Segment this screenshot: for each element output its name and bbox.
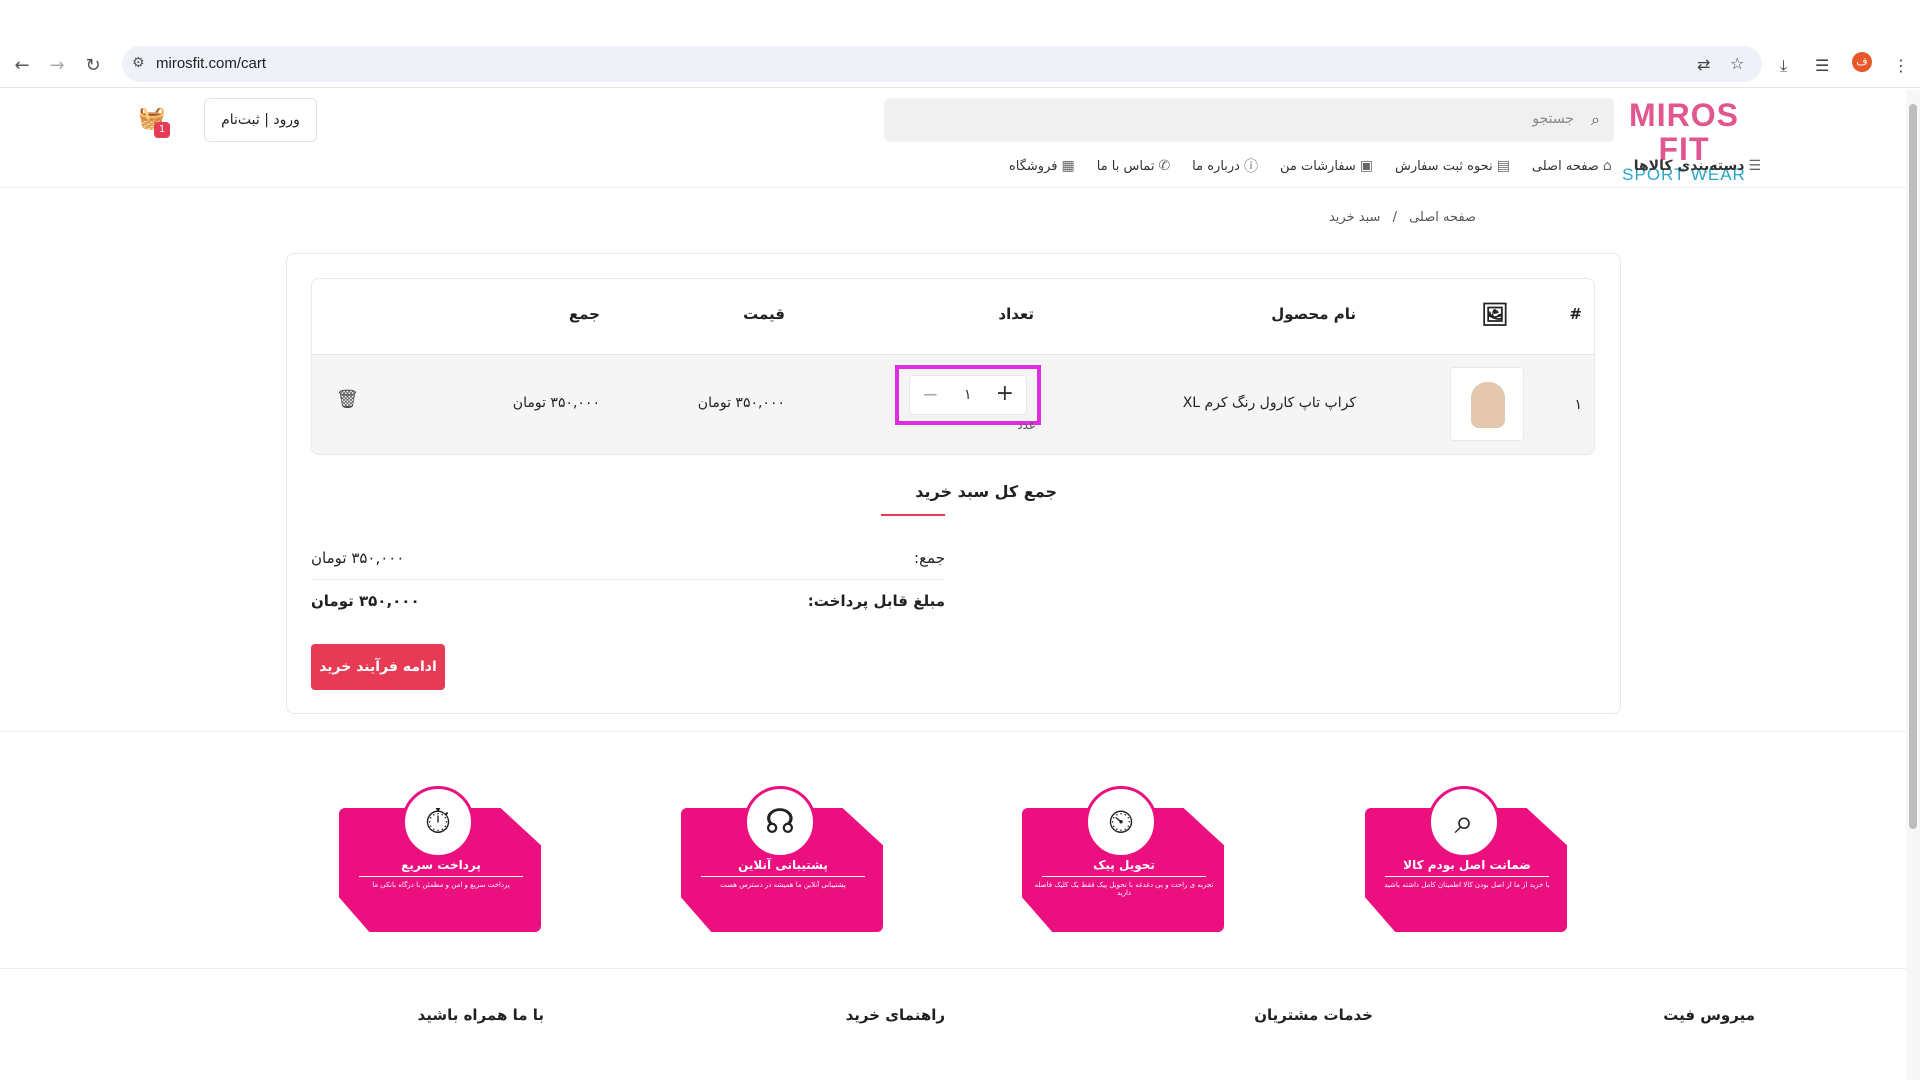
forward-icon[interactable]: → xyxy=(45,54,69,78)
feature-line xyxy=(359,876,523,877)
feature-delivery: ⏲ تحویل پیک تجربه ی راحت و بی دغدغه با ت… xyxy=(1022,786,1226,936)
feature-line xyxy=(1042,876,1206,877)
box-icon: ▣ xyxy=(1359,158,1373,174)
list-icon: ▤ xyxy=(1496,158,1510,174)
menu-home[interactable]: ⌂ صفحه اصلی xyxy=(1532,158,1612,174)
col-product-header: نام محصول xyxy=(1271,305,1356,323)
phone-icon: ✆ xyxy=(1158,158,1171,174)
col-quantity-header: تعداد xyxy=(998,305,1034,323)
browser-toolbar: ← → ↻ ⚙ mirosfit.com/cart ⇄ ☆ ⤓ ☰ ⋮ xyxy=(0,44,1920,88)
menu-my-orders[interactable]: ▣ سفارشات من xyxy=(1280,158,1373,174)
trash-icon[interactable]: 🗑 xyxy=(336,389,359,410)
info-icon: ⓘ xyxy=(1243,159,1258,175)
home-icon: ⌂ xyxy=(1602,158,1612,174)
subtotal-label: جمع: xyxy=(914,549,945,567)
translate-icon[interactable]: ⇄ xyxy=(1697,55,1710,74)
menu-how-to-order[interactable]: ▤ نحوه ثبت سفارش xyxy=(1395,158,1510,174)
menu-about[interactable]: ⓘ درباره ما xyxy=(1192,156,1258,176)
menu-contact[interactable]: ✆ تماس با ما xyxy=(1097,158,1170,174)
menu-dots-icon[interactable]: ⋮ xyxy=(1893,56,1909,75)
quantity-decrease-button[interactable]: − xyxy=(922,382,939,406)
feature-fast-payment: ⏱ پرداخت سریع پرداخت سریع و امن و مطمئن … xyxy=(339,786,543,936)
cart-table: # 🖼 نام محصول تعداد قیمت جمع ۱ کراپ تاپ … xyxy=(311,278,1595,455)
login-register-button[interactable]: ورود | ثبت‌نام xyxy=(204,98,317,142)
cart-count-badge: 1 xyxy=(154,122,170,138)
footer-divider xyxy=(0,968,1906,969)
feature-desc: تجربه ی راحت و بی دغدغه با تحویل پیک فقط… xyxy=(1034,881,1214,897)
main-menu: ☰ دسته‌بندی کالاها ⌂ صفحه اصلی ▤ نحوه ثبت س… xyxy=(1009,156,1761,176)
cart-card: # 🖼 نام محصول تعداد قیمت جمع ۱ کراپ تاپ … xyxy=(286,253,1621,714)
product-name[interactable]: کراپ تاپ کارول رنگ کرم XL xyxy=(1183,395,1356,411)
quantity-unit: عدد xyxy=(1017,418,1036,432)
menu-categories[interactable]: ☰ دسته‌بندی کالاها xyxy=(1634,158,1761,174)
continue-checkout-button[interactable]: ادامه فرآیند خرید xyxy=(311,644,445,690)
profile-avatar[interactable]: ف xyxy=(1852,52,1872,72)
quantity-highlight: − ۱ + xyxy=(895,365,1041,425)
breadcrumb-current: سبد خرید xyxy=(1328,210,1381,225)
col-index-header: # xyxy=(1569,305,1582,323)
feature-title: تحویل پیک xyxy=(1093,858,1155,872)
address-bar[interactable]: ⚙ mirosfit.com/cart ⇄ ☆ xyxy=(122,46,1762,82)
summary-title-underline xyxy=(881,514,945,516)
quantity-stepper[interactable]: − ۱ + xyxy=(909,375,1027,415)
row-index: ۱ xyxy=(1574,397,1582,413)
download-icon[interactable]: ⤓ xyxy=(1780,56,1787,76)
feature-desc: پشتیبانی آنلاین ما همیشه در دسترس هست xyxy=(720,881,846,889)
bookmark-star-icon[interactable]: ☆ xyxy=(1730,54,1744,73)
col-total-header: جمع xyxy=(568,305,600,323)
feature-line xyxy=(701,876,865,877)
quantity-value[interactable]: ۱ xyxy=(964,387,972,403)
store-icon: ▦ xyxy=(1061,158,1075,174)
product-image xyxy=(1471,382,1505,428)
url-text: mirosfit.com/cart xyxy=(156,55,267,72)
feature-title: پرداخت سریع xyxy=(401,858,481,872)
browser-tabstrip xyxy=(0,0,1920,44)
hamburger-icon: ☰ xyxy=(1748,158,1761,174)
feature-title: پشتیبانی آنلاین xyxy=(738,858,828,872)
table-header: # 🖼 نام محصول تعداد قیمت جمع xyxy=(312,279,1594,355)
payable-label: مبلغ قابل پرداخت: xyxy=(807,592,945,610)
footer-heading-shopping-guide: راهنمای خرید xyxy=(845,1006,945,1024)
section-divider xyxy=(0,731,1906,732)
site-info-icon[interactable]: ⚙ xyxy=(132,55,145,71)
search-icon[interactable]: ⌕ xyxy=(1591,110,1600,130)
subtotal-value: ۳۵۰,۰۰۰ تومان xyxy=(311,549,405,567)
breadcrumb: صفحه اصلی / سبد خرید xyxy=(1329,210,1476,225)
menu-store[interactable]: ▦ فروشگاه xyxy=(1009,158,1075,174)
image-icon: 🖼 xyxy=(1481,303,1509,328)
media-icon[interactable]: ☰ xyxy=(1815,56,1829,75)
back-icon[interactable]: ← xyxy=(10,54,34,78)
cart-summary-title: جمع کل سبد خرید xyxy=(915,482,1057,501)
row-total: ۳۵۰,۰۰۰ تومان xyxy=(512,395,600,411)
search-placeholder: جستجو xyxy=(1532,111,1574,127)
summary-divider xyxy=(311,579,945,580)
footer-heading-miros: میروس فیت xyxy=(1663,1006,1755,1024)
breadcrumb-home[interactable]: صفحه اصلی xyxy=(1409,210,1476,225)
row-price: ۳۵۰,۰۰۰ تومان xyxy=(697,395,785,411)
box-search-icon: ⌕ xyxy=(1428,786,1500,858)
reload-icon[interactable]: ↻ xyxy=(81,54,105,78)
quantity-increase-button[interactable]: + xyxy=(996,381,1014,406)
search-input[interactable]: ⌕ جستجو xyxy=(884,98,1614,142)
payable-value: ۳۵۰,۰۰۰ تومان xyxy=(311,592,420,610)
feature-authenticity: ⌕ ضمانت اصل بودم کالا با خرید از ما از ا… xyxy=(1365,786,1569,936)
feature-desc: با خرید از ما از اصل بودن کالا اطمینان ک… xyxy=(1384,881,1550,889)
feature-line xyxy=(1385,876,1549,877)
headset-icon: ☊ xyxy=(744,786,816,858)
stopwatch-icon: ⏱ xyxy=(402,786,474,858)
box-clock-icon: ⏲ xyxy=(1085,786,1157,858)
footer-heading-follow-us: با ما همراه باشید xyxy=(417,1006,544,1024)
product-thumbnail[interactable] xyxy=(1450,367,1524,441)
feature-desc: پرداخت سریع و امن و مطمئن با درگاه بانکی… xyxy=(372,881,510,889)
breadcrumb-separator: / xyxy=(1392,210,1397,225)
footer-heading-customer-service: خدمات مشتریان xyxy=(1254,1006,1373,1024)
feature-title: ضمانت اصل بودم کالا xyxy=(1403,858,1531,872)
table-row: ۱ کراپ تاپ کارول رنگ کرم XL − ۱ + عدد ۳۵… xyxy=(312,355,1594,454)
col-price-header: قیمت xyxy=(743,305,785,323)
feature-support: ☊ پشتیبانی آنلاین پشتیبانی آنلاین ما همی… xyxy=(681,786,885,936)
scrollbar-thumb[interactable] xyxy=(1909,104,1917,829)
site-header: MIROS FIT SPORT WEAR ⌕ جستجو ورود | ثبت‌… xyxy=(0,88,1906,188)
